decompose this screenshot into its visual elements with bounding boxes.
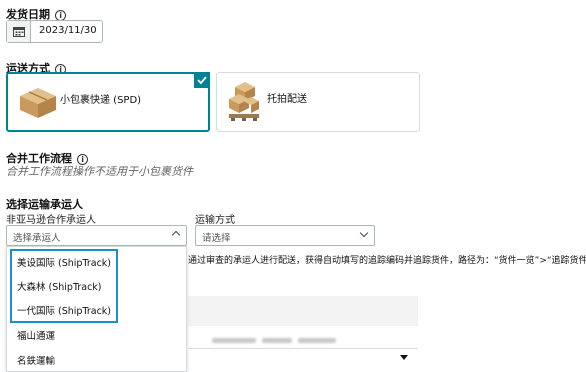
table-header — [188, 296, 418, 326]
table-row[interactable] — [188, 348, 418, 372]
carrier-select-placeholder: 选择承运人 — [13, 233, 61, 244]
ship-date-field[interactable]: 2023/11/30 — [6, 20, 103, 43]
pallet-boxes-icon — [229, 82, 259, 121]
carrier-dropdown-list: 美设国际 (ShipTrack) 大森林 (ShipTrack) 一代国际 (S… — [6, 246, 187, 372]
carrier-section-label: 选择运输承运人 — [6, 198, 83, 211]
transport-method-placeholder: 请选择 — [202, 233, 231, 244]
carrier-option[interactable]: 大森林 (ShipTrack) — [17, 279, 102, 293]
blurred-text — [262, 338, 292, 343]
shipping-option-spd[interactable]: 小包裹快递 (SPD) — [6, 72, 210, 132]
transport-method-select[interactable]: 请选择 — [195, 225, 375, 246]
blurred-text — [298, 338, 336, 343]
parcel-box-icon — [20, 88, 56, 118]
spd-label: 小包裹快递 (SPD) — [60, 95, 142, 106]
carrier-select[interactable]: 选择承运人 — [6, 225, 187, 246]
carrier-option[interactable]: 名鉄運輸 — [17, 353, 55, 367]
ltl-label: 托拍配送 — [267, 94, 307, 105]
ship-date-value: 2023/11/30 — [39, 25, 97, 36]
carrier-info-text: 通过审查的承运人进行配送，获得自动填写的追踪编码并追踪货件，路径为：“货件一览”… — [188, 256, 586, 266]
carrier-option[interactable]: 美设国际 (ShipTrack) — [17, 255, 111, 269]
partner-carrier-label: 非亚马逊合作承运人 — [6, 215, 96, 226]
merge-workflow-hint: 合并工作流程操作不适用于小包裹货件 — [6, 165, 193, 178]
caret-down-icon[interactable] — [400, 355, 408, 360]
check-icon — [194, 72, 210, 88]
shipping-option-ltl[interactable]: 托拍配送 — [216, 72, 420, 132]
chevron-down-icon — [359, 228, 369, 238]
chevron-up-icon — [171, 230, 181, 240]
transport-method-label: 运输方式 — [195, 215, 235, 226]
carrier-option[interactable]: 一代国际 (ShipTrack) — [17, 303, 111, 317]
blurred-text — [212, 338, 256, 343]
calendar-icon[interactable] — [7, 21, 31, 42]
carrier-option[interactable]: 福山通運 — [17, 328, 55, 342]
